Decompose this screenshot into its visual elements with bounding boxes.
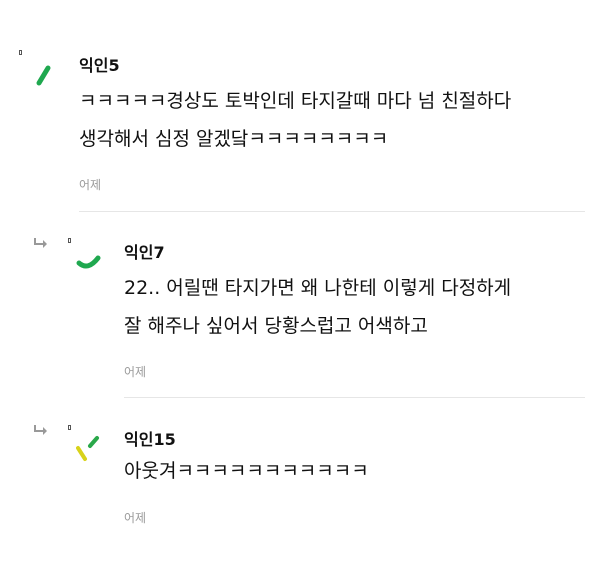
reply-arrow-icon [34,238,47,248]
comment-timestamp: 어제 [124,365,147,379]
reply-comment: 익인15 아웃겨ㅋㅋㅋㅋㅋㅋㅋㅋㅋㅋㅋ 어제 [0,398,600,562]
comment-author[interactable]: 익인7 [124,239,165,263]
comment-text-line: 잘 해주나 싶어서 당황스럽고 어색하고 [124,315,428,337]
comment-author[interactable]: 익인15 [124,426,176,450]
comment-timestamp: 어제 [79,178,102,192]
comment-author[interactable]: 익인5 [79,52,120,76]
reply-arrow-icon [34,425,47,435]
avatar[interactable] [34,60,62,88]
reply-comment: 익인7 22.. 어릴땐 타지가면 왜 나한테 이렇게 다정하게 잘 해주나 싶… [0,212,600,397]
comment-text-line: 아웃겨ㅋㅋㅋㅋㅋㅋㅋㅋㅋㅋㅋ [124,460,369,482]
avatar[interactable] [76,434,104,462]
profile-marker-icon [68,238,71,243]
avatar[interactable] [76,244,104,272]
comment-timestamp: 어제 [124,511,147,525]
comment: 익인5 ㅋㅋㅋㅋㅋ경상도 토박인데 타지갈때 마다 넘 친절하다 생각해서 심정… [0,0,600,210]
comment-text-line: 22.. 어릴땐 타지가면 왜 나한테 이렇게 다정하게 [124,277,512,299]
comment-text-line: ㅋㅋㅋㅋㅋ경상도 토박인데 타지갈때 마다 넘 친절하다 [79,90,512,112]
profile-marker-icon [68,425,71,430]
profile-marker-icon [19,50,22,55]
comment-text-line: 생각해서 심정 알겠닼ㅋㅋㅋㅋㅋㅋㅋㅋ [79,128,389,150]
